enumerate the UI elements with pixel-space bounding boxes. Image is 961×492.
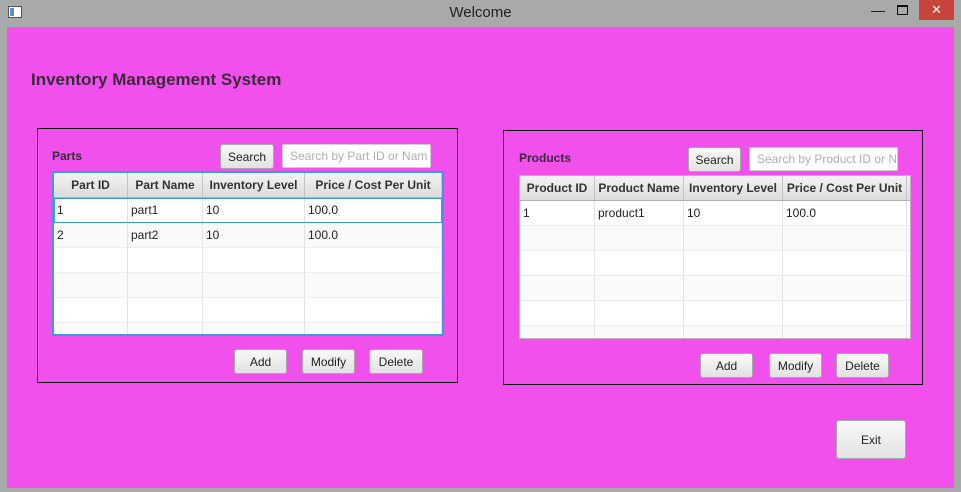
parts-table-cell: part1	[128, 198, 203, 222]
parts-table-cell	[305, 298, 442, 322]
parts-table-cell: 1	[54, 198, 128, 222]
parts-table-cell: 2	[54, 223, 128, 247]
parts-empty-row	[54, 248, 442, 273]
products-table-cell	[520, 226, 595, 250]
minimize-icon: —	[871, 2, 885, 18]
parts-table-cell	[128, 273, 203, 297]
products-search-button[interactable]: Search	[688, 147, 741, 172]
products-table-cell: 100.0	[783, 201, 907, 225]
products-table-cell	[595, 251, 684, 275]
products-modify-button[interactable]: Modify	[769, 353, 822, 378]
products-table-cell	[684, 251, 783, 275]
products-column-header[interactable]: Product Name	[595, 176, 684, 200]
parts-delete-button[interactable]: Delete	[369, 349, 423, 374]
products-empty-row	[520, 276, 910, 301]
products-table-cell	[684, 276, 783, 300]
products-table-cell	[520, 326, 595, 338]
app-title: Inventory Management System	[31, 70, 282, 89]
parts-empty-row	[54, 323, 442, 334]
parts-title: Parts	[52, 149, 83, 163]
parts-table-row[interactable]: 1 part1 10 100.0	[54, 198, 442, 223]
parts-table-cell	[203, 323, 305, 334]
maximize-button[interactable]	[891, 0, 913, 20]
parts-table-body: 1 part1 10 100.0 2 part2 10 100.0	[54, 198, 442, 334]
products-table-cell	[595, 301, 684, 325]
parts-table-cell	[203, 248, 305, 272]
parts-table-cell	[128, 298, 203, 322]
products-table-cell	[520, 251, 595, 275]
main-window: Inventory Management System Parts Search…	[7, 27, 954, 488]
parts-add-button[interactable]: Add	[234, 349, 287, 374]
parts-table-row[interactable]: 2 part2 10 100.0	[54, 223, 442, 248]
parts-table-cell: 10	[203, 198, 305, 222]
products-title: Products	[519, 151, 572, 165]
products-table-cell	[783, 226, 907, 250]
parts-table-cell	[203, 273, 305, 297]
products-column-header[interactable]: Product ID	[520, 176, 595, 200]
products-search-input[interactable]: Search by Product ID or N	[749, 147, 898, 171]
products-table-cell	[684, 226, 783, 250]
parts-table-cell	[305, 248, 442, 272]
products-empty-row	[520, 251, 910, 276]
close-button[interactable]: ✕	[919, 0, 954, 20]
parts-empty-row	[54, 273, 442, 298]
products-table-header: Product ID Product Name Inventory Level Pri…	[520, 176, 910, 201]
parts-table-cell	[54, 248, 128, 272]
products-table-cell	[595, 276, 684, 300]
window-title: Welcome	[449, 4, 512, 21]
parts-table-cell	[305, 273, 442, 297]
products-column-header[interactable]: Price / Cost Per Unit	[783, 176, 907, 200]
products-table-cell	[684, 301, 783, 325]
title-bar: Welcome — ✕	[0, 0, 961, 27]
products-table-cell	[520, 301, 595, 325]
products-table-row[interactable]: 1 product1 10 100.0	[520, 201, 910, 226]
products-table-cell	[520, 276, 595, 300]
parts-column-header[interactable]: Inventory Level	[203, 173, 305, 197]
products-add-button[interactable]: Add	[700, 353, 753, 378]
products-table-cell: product1	[595, 201, 684, 225]
products-empty-row	[520, 301, 910, 326]
products-delete-button[interactable]: Delete	[836, 353, 889, 378]
products-table-cell	[783, 326, 907, 338]
parts-table-cell	[305, 323, 442, 334]
parts-column-header[interactable]: Price / Cost Per Unit	[305, 173, 442, 197]
parts-table[interactable]: Part ID Part Name Inventory Level Price / C…	[52, 171, 444, 336]
exit-button[interactable]: Exit	[836, 420, 906, 459]
parts-table-cell: 100.0	[305, 198, 442, 222]
parts-table-cell	[54, 298, 128, 322]
parts-modify-button[interactable]: Modify	[302, 349, 355, 374]
parts-table-cell	[54, 273, 128, 297]
parts-table-cell	[128, 323, 203, 334]
parts-table-cell	[203, 298, 305, 322]
products-table-cell	[783, 251, 907, 275]
products-empty-row	[520, 326, 910, 338]
products-table[interactable]: Product ID Product Name Inventory Level Pri…	[519, 175, 911, 339]
products-table-cell	[684, 326, 783, 338]
parts-empty-row	[54, 298, 442, 323]
maximize-icon	[896, 5, 908, 15]
close-icon: ✕	[931, 2, 942, 17]
parts-table-cell	[128, 248, 203, 272]
products-table-cell: 1	[520, 201, 595, 225]
parts-search-button[interactable]: Search	[220, 144, 274, 169]
products-table-cell	[783, 301, 907, 325]
products-table-cell	[783, 276, 907, 300]
products-column-header[interactable]: Inventory Level	[684, 176, 783, 200]
parts-table-cell: 10	[203, 223, 305, 247]
parts-column-header[interactable]: Part Name	[128, 173, 203, 197]
products-panel: Products Search Search by Product ID or …	[503, 130, 923, 385]
parts-table-cell	[54, 323, 128, 334]
parts-table-cell: part2	[128, 223, 203, 247]
products-table-cell	[595, 326, 684, 338]
parts-search-input[interactable]: Search by Part ID or Nam	[282, 144, 431, 168]
parts-table-header: Part ID Part Name Inventory Level Price / C…	[54, 173, 442, 198]
parts-table-cell: 100.0	[305, 223, 442, 247]
products-empty-row	[520, 226, 910, 251]
products-table-cell: 10	[684, 201, 783, 225]
products-table-cell	[595, 226, 684, 250]
parts-column-header[interactable]: Part ID	[54, 173, 128, 197]
parts-panel: Parts Search Search by Part ID or Nam Pa…	[37, 128, 458, 383]
products-table-body: 1 product1 10 100.0	[520, 201, 910, 338]
minimize-button[interactable]: —	[865, 0, 891, 20]
